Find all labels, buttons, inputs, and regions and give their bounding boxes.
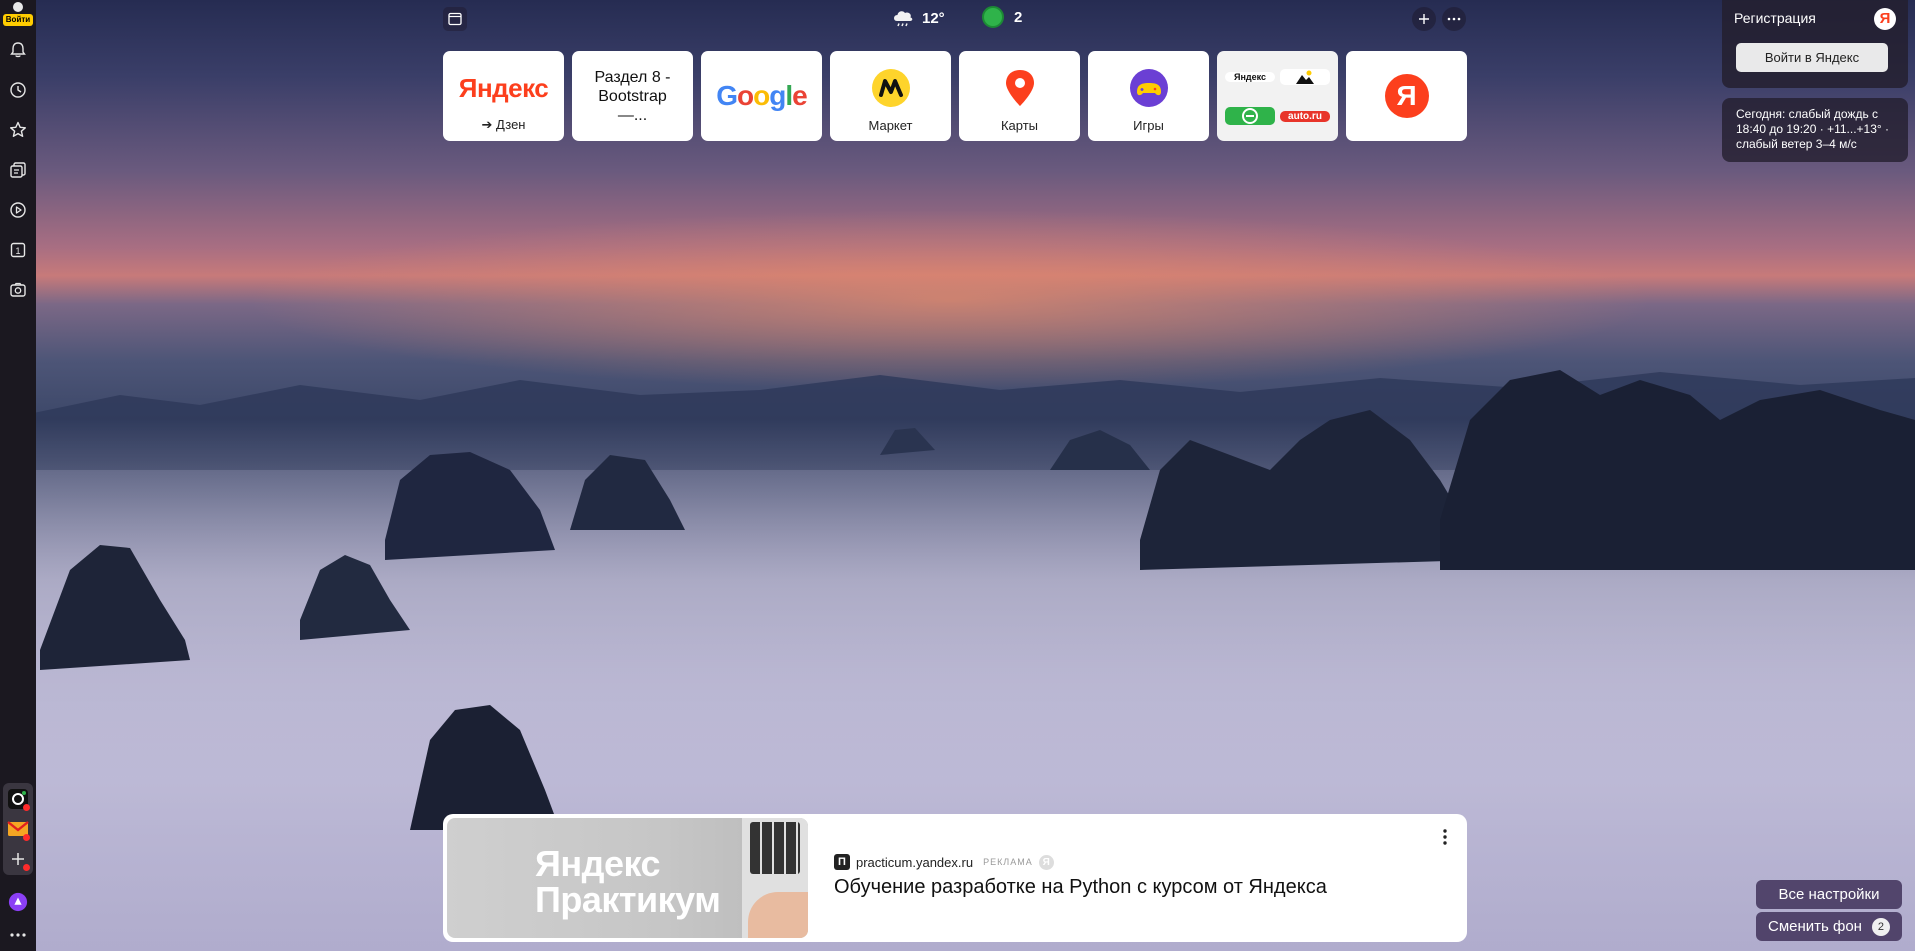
gallery-button[interactable] <box>443 7 467 31</box>
account-panel: Регистрация Я Войти в Яндекс <box>1722 0 1908 88</box>
yandex-ad-icon: Я <box>1038 854 1054 870</box>
login-yandex-button[interactable]: Войти в Яндекс <box>1736 43 1888 72</box>
weather-temperature: 12° <box>922 9 945 27</box>
history-icon <box>10 82 26 98</box>
tile-bootstrap-section[interactable]: Раздел 8 - Bootstrap —... <box>572 51 693 141</box>
tile-caption: Маркет <box>868 118 913 133</box>
rain-cloud-icon <box>894 11 913 27</box>
tile-caption: Карты <box>1000 118 1039 133</box>
images-icon <box>1296 70 1314 84</box>
ad-menu-button[interactable] <box>1441 828 1449 846</box>
mini-tile-yandex[interactable]: Яндекс <box>1225 72 1275 82</box>
dzen-app-button[interactable] <box>6 787 30 811</box>
history-button[interactable] <box>0 70 36 110</box>
tile-caption: Игры <box>1133 118 1164 133</box>
mini-tile-images[interactable] <box>1280 69 1330 85</box>
weather-widget[interactable]: 12° <box>890 6 945 30</box>
tabs-button[interactable]: 1 <box>0 230 36 270</box>
traffic-light-icon <box>982 6 1004 28</box>
laptop-image <box>742 818 808 938</box>
bookmarks-button[interactable] <box>0 110 36 150</box>
background-scenery <box>0 210 1915 951</box>
sidebar-bottom <box>0 783 36 951</box>
left-sidebar: Войти 1 <box>0 0 36 951</box>
traffic-score: 2 <box>1014 8 1023 26</box>
ad-image: Яндекс Практикум <box>447 818 808 938</box>
forecast-text: Сегодня: слабый дождь с 18:40 до 19:20 ·… <box>1736 107 1890 151</box>
yandex-wordmark: Яндекс <box>459 73 549 104</box>
login-label: Войти <box>3 14 33 26</box>
green-app-icon <box>1242 108 1258 124</box>
notification-dot <box>23 864 30 871</box>
games-icon <box>1129 69 1168 107</box>
add-tile-button[interactable] <box>1412 7 1436 31</box>
screenshot-icon <box>10 282 26 297</box>
notification-dot <box>23 834 30 841</box>
tile-title: Раздел 8 - Bootstrap —... <box>594 68 671 124</box>
ad-title[interactable]: Обучение разработке на Python с курсом о… <box>834 876 1327 899</box>
tile-google[interactable]: Google <box>701 51 822 141</box>
background-count-badge: 2 <box>1871 917 1890 936</box>
more-dots-icon <box>10 933 26 937</box>
ad-badge: РЕКЛАМА <box>983 857 1033 867</box>
change-background-label: Сменить фон <box>1768 918 1862 935</box>
tile-maps[interactable]: Карты <box>959 51 1080 141</box>
screenshot-button[interactable] <box>0 270 36 310</box>
yandex-logo-icon: Я <box>1384 74 1429 118</box>
vertical-dots-icon <box>1443 829 1447 845</box>
practicum-favicon-icon: П <box>834 854 850 870</box>
all-settings-button[interactable]: Все настройки <box>1756 880 1902 909</box>
tile-group[interactable]: Яндекс auto.ru <box>1217 51 1338 141</box>
mini-tile-auto[interactable]: auto.ru <box>1280 110 1330 122</box>
tab-count: 1 <box>15 246 20 256</box>
map-pin-icon <box>1005 70 1034 106</box>
sidebar-apps <box>3 783 33 875</box>
tiles-menu-button[interactable] <box>1442 7 1466 31</box>
change-background-button[interactable]: Сменить фон 2 <box>1756 912 1902 941</box>
star-icon <box>10 121 26 137</box>
google-logo: Google <box>716 80 807 111</box>
all-settings-label: Все настройки <box>1778 886 1880 903</box>
background-image <box>0 0 1915 951</box>
user-icon <box>13 2 23 12</box>
ad-domain[interactable]: practicum.yandex.ru <box>856 855 973 870</box>
more-button[interactable] <box>0 919 36 951</box>
login-avatar-button[interactable]: Войти <box>0 0 36 30</box>
notification-dot <box>23 804 30 811</box>
collections-button[interactable] <box>0 150 36 190</box>
video-button[interactable] <box>0 190 36 230</box>
mail-app-button[interactable] <box>6 817 30 841</box>
register-link[interactable]: Регистрация <box>1734 10 1896 26</box>
video-icon <box>10 202 26 218</box>
add-app-button[interactable] <box>6 847 30 871</box>
more-dots-icon <box>1447 17 1461 21</box>
collections-icon <box>10 162 26 178</box>
yandex-logo-icon: Я <box>1874 8 1896 30</box>
bell-icon <box>10 42 26 58</box>
speed-dial-tiles: Яндекс ➔ Дзен Раздел 8 - Bootstrap —... … <box>443 51 1467 141</box>
tile-yandex-dzen[interactable]: Яндекс ➔ Дзен <box>443 51 564 141</box>
mini-tile-green[interactable] <box>1225 107 1275 125</box>
tile-caption: ➔ Дзен <box>481 117 526 132</box>
alice-button[interactable] <box>0 885 36 919</box>
ad-source: П practicum.yandex.ru РЕКЛАМА Я <box>834 854 1054 870</box>
yandex-wordmark-text: Яндекс <box>458 72 549 103</box>
tile-market[interactable]: Маркет <box>830 51 951 141</box>
tab-count-icon: 1 <box>10 242 26 258</box>
alice-icon <box>8 892 28 912</box>
market-icon <box>871 69 910 107</box>
keyboard-image <box>750 822 800 874</box>
window-icon <box>448 12 462 26</box>
hand-image <box>748 892 808 938</box>
tile-games[interactable]: Игры <box>1088 51 1209 141</box>
plus-icon <box>1419 14 1429 24</box>
notifications-button[interactable] <box>0 30 36 70</box>
ad-card[interactable]: Яндекс Практикум П practicum.yandex.ru Р… <box>443 814 1467 942</box>
traffic-widget[interactable]: 2 <box>982 6 1022 28</box>
weather-forecast-panel[interactable]: Сегодня: слабый дождь с 18:40 до 19:20 ·… <box>1722 98 1908 162</box>
tile-yandex-logo[interactable]: Я <box>1346 51 1467 141</box>
